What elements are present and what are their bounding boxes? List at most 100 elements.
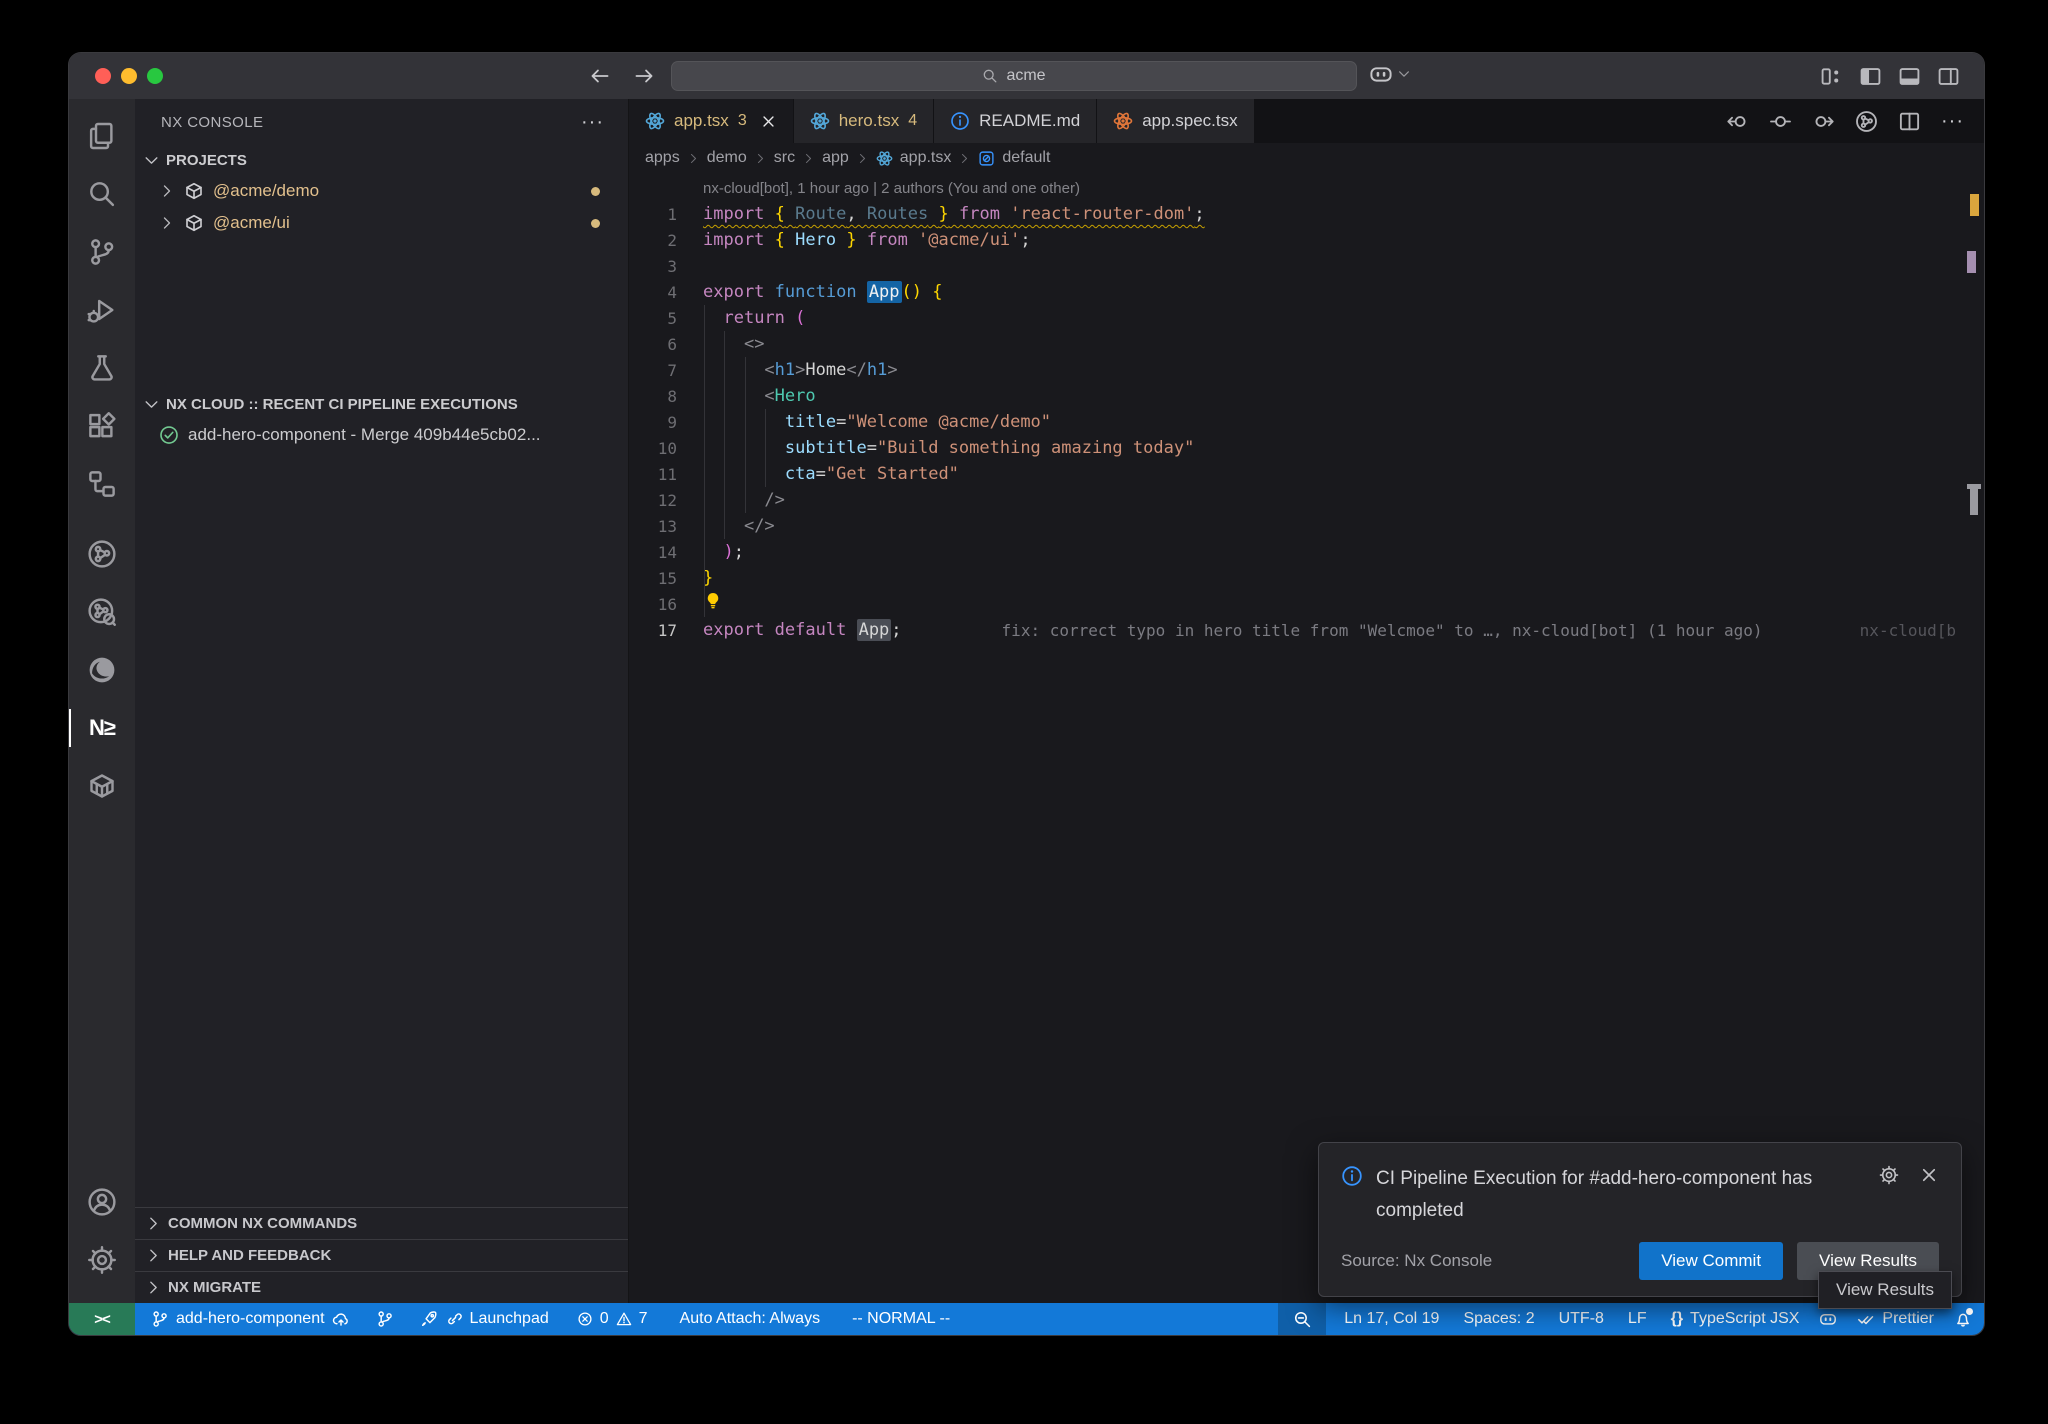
minimize-window-button[interactable]	[121, 68, 137, 84]
line-content: }	[677, 568, 713, 588]
section-label: COMMON NX COMMANDS	[168, 1215, 357, 1232]
code-line: 4export function App() {	[629, 279, 1962, 305]
breadcrumb-item[interactable]: default	[1002, 149, 1050, 167]
activity-item-explorer[interactable]	[69, 107, 135, 165]
breadcrumb-item[interactable]: demo	[707, 149, 747, 167]
section-projects[interactable]: PROJECTS	[135, 145, 628, 175]
maximize-window-button[interactable]	[147, 68, 163, 84]
branch-status-item[interactable]: add-hero-component	[135, 1303, 360, 1335]
chevron-down-icon	[143, 152, 160, 169]
section-nx-cloud[interactable]: NX CLOUD :: RECENT CI PIPELINE EXECUTION…	[135, 389, 628, 419]
toggle-secondary-sidebar-icon[interactable]	[1937, 65, 1960, 88]
activity-item-edge-browser[interactable]	[69, 641, 135, 699]
section-nx-migrate[interactable]: NX MIGRATE	[135, 1271, 628, 1303]
more-actions-icon[interactable]: ···	[581, 111, 604, 134]
activity-item-extensions[interactable]	[69, 397, 135, 455]
activity-item-nx-project-graph[interactable]	[69, 525, 135, 583]
breadcrumb-item[interactable]: app	[822, 149, 849, 167]
close-window-button[interactable]	[95, 68, 111, 84]
code-editor[interactable]: nx-cloud[bot], 1 hour ago | 2 authors (Y…	[629, 173, 1984, 1303]
tab-app.spec.tsx[interactable]: app.spec.tsx	[1097, 99, 1253, 143]
sidebar-nx-console: NX CONSOLE ··· PROJECTS @acme/demo@acme/…	[135, 99, 629, 1303]
language-mode-item[interactable]: {} TypeScript JSX	[1657, 1303, 1810, 1335]
toggle-panel-icon[interactable]	[1898, 65, 1921, 88]
nav-back-icon[interactable]	[1726, 110, 1749, 133]
code-line: 7 <h1>Home</h1>	[629, 357, 1962, 383]
activity-item-containers[interactable]	[69, 757, 135, 815]
activity-item-testing[interactable]	[69, 339, 135, 397]
activity-item-references[interactable]	[69, 455, 135, 513]
code-line: 8 <Hero	[629, 383, 1962, 409]
code-line: 10 subtitle="Build something amazing tod…	[629, 435, 1962, 461]
breadcrumb-item[interactable]: app.tsx	[900, 149, 952, 167]
cursor-position-item[interactable]: Ln 17, Col 19	[1326, 1303, 1449, 1335]
nx-graph-icon[interactable]	[1855, 110, 1878, 133]
code-line: 6 <>	[629, 331, 1962, 357]
nav-forward-icon[interactable]	[1812, 110, 1835, 133]
chevron-right-icon	[145, 1279, 162, 1296]
launchpad-item[interactable]: Launchpad	[404, 1303, 559, 1335]
activity-item-accounts[interactable]	[69, 1173, 135, 1231]
zoom-indicator[interactable]	[1278, 1303, 1326, 1335]
problems-item[interactable]: 0 7	[559, 1303, 658, 1335]
edge-browser-icon	[87, 655, 117, 685]
nav-current-icon[interactable]	[1769, 110, 1792, 133]
pipeline-label: add-hero-component - Merge 409b44e5cb02.…	[188, 425, 541, 445]
section-help-and-feedback[interactable]: HELP AND FEEDBACK	[135, 1239, 628, 1271]
line-content: subtitle="Build something amazing today"	[677, 438, 1194, 458]
activity-item-run-debug[interactable]	[69, 281, 135, 339]
activity-item-nx-console[interactable]: N≥	[69, 699, 135, 757]
tab-app.tsx[interactable]: app.tsx3	[629, 99, 793, 143]
project-item[interactable]: @acme/demo	[135, 175, 628, 207]
line-content: import { Hero } from '@acme/ui';	[677, 230, 1031, 250]
project-item[interactable]: @acme/ui	[135, 207, 628, 239]
code-line: 11 cta="Get Started"	[629, 461, 1962, 487]
breadcrumb[interactable]: apps demo src app app.tsx default	[629, 143, 1984, 173]
auto-attach-item[interactable]: Auto Attach: Always	[658, 1303, 831, 1335]
vim-mode-item[interactable]: -- NORMAL --	[830, 1303, 960, 1335]
git-graph-item[interactable]	[360, 1303, 404, 1335]
command-center-search[interactable]: acme	[671, 61, 1357, 91]
notification-settings-icon[interactable]	[1879, 1165, 1899, 1185]
rocket-icon	[420, 1310, 438, 1328]
lightbulb-icon[interactable]	[703, 591, 723, 611]
section-common-nx-commands[interactable]: COMMON NX COMMANDS	[135, 1207, 628, 1239]
line-number: 16	[629, 595, 677, 614]
more-actions-icon[interactable]: ···	[1941, 110, 1964, 133]
activity-item-settings[interactable]	[69, 1231, 135, 1289]
inline-git-blame: fix: correct typo in hero title from "We…	[1002, 621, 1763, 640]
problems-badge: 3	[738, 112, 747, 130]
view-commit-button[interactable]: View Commit	[1639, 1242, 1783, 1280]
line-number: 9	[629, 413, 677, 432]
activity-item-nx-graph-search[interactable]	[69, 583, 135, 641]
line-content: </>	[677, 516, 775, 536]
toggle-primary-sidebar-icon[interactable]	[1859, 65, 1882, 88]
tab-README.md[interactable]: README.md	[934, 99, 1096, 143]
code-line: 1import { Route, Routes } from 'react-ro…	[629, 201, 1962, 227]
encoding-item[interactable]: UTF-8	[1545, 1303, 1614, 1335]
breadcrumb-item[interactable]: src	[774, 149, 795, 167]
extensions-icon	[87, 411, 117, 441]
customize-layout-icon[interactable]	[1820, 65, 1843, 88]
line-number: 13	[629, 517, 677, 536]
activity-item-search[interactable]	[69, 165, 135, 223]
remote-indicator[interactable]: ><	[69, 1303, 135, 1335]
eol-item[interactable]: LF	[1614, 1303, 1657, 1335]
copilot-menu[interactable]	[1369, 62, 1411, 86]
indentation-item[interactable]: Spaces: 2	[1449, 1303, 1544, 1335]
breadcrumb-item[interactable]: apps	[645, 149, 680, 167]
scroll-handle[interactable]	[1970, 489, 1978, 515]
activity-item-source-control[interactable]	[69, 223, 135, 281]
pipeline-execution-item[interactable]: add-hero-component - Merge 409b44e5cb02.…	[135, 419, 628, 451]
line-number: 12	[629, 491, 677, 510]
tab-hero.tsx[interactable]: hero.tsx4	[794, 99, 933, 143]
line-number: 11	[629, 465, 677, 484]
warnings-icon	[616, 1311, 632, 1327]
navigate-forward-icon[interactable]	[633, 65, 655, 87]
notification-close-icon[interactable]	[1919, 1165, 1939, 1185]
close-tab-icon[interactable]	[760, 113, 777, 130]
split-editor-icon[interactable]	[1898, 110, 1921, 133]
tab-label: hero.tsx	[839, 111, 899, 131]
line-number: 8	[629, 387, 677, 406]
navigate-back-icon[interactable]	[589, 65, 611, 87]
